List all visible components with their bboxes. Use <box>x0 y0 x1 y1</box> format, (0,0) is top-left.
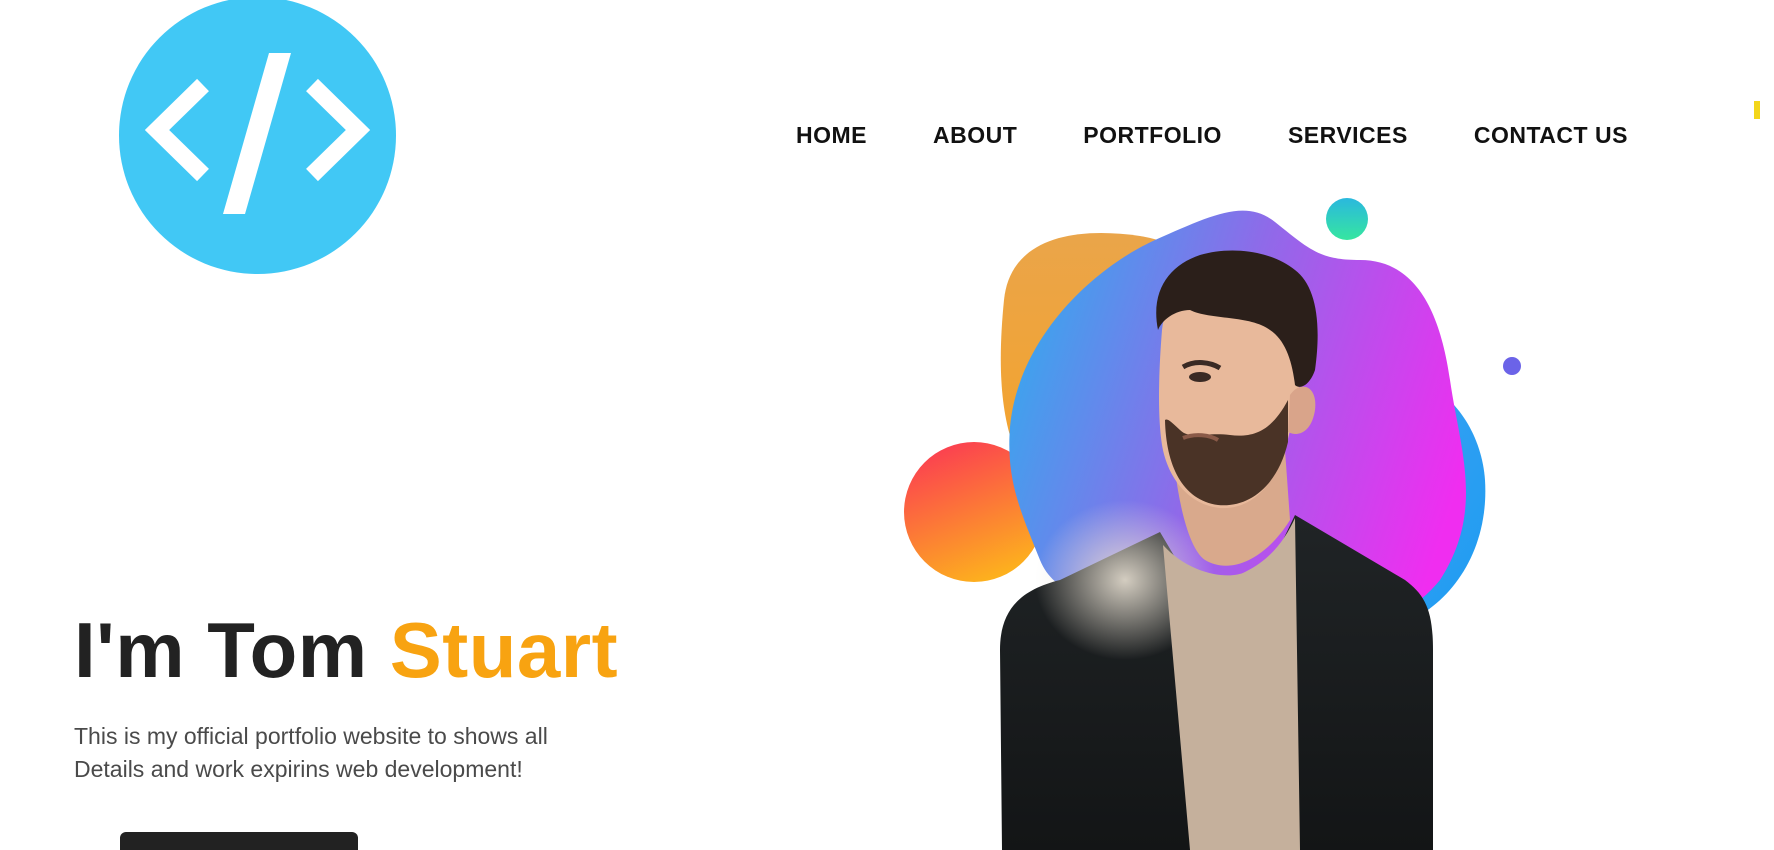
hero-title: I'm Tom Stuart <box>74 605 618 695</box>
hero-intro-line2: Details and work expirins web developmen… <box>74 756 523 782</box>
nav-about[interactable]: ABOUT <box>933 120 1017 150</box>
main-nav: HOME ABOUT PORTFOLIO SERVICES CONTACT US <box>796 120 1628 150</box>
hero-intro-line1: This is my official portfolio website to… <box>74 723 548 749</box>
hero-portrait-art <box>904 198 1521 850</box>
nav-services[interactable]: SERVICES <box>1288 120 1408 150</box>
nav-home[interactable]: HOME <box>796 120 867 150</box>
teal-bubble <box>1326 198 1368 240</box>
hero-title-highlight: Stuart <box>389 606 619 694</box>
hero-title-prefix: I'm Tom <box>74 606 390 694</box>
menu-toggle-marker[interactable] <box>1754 101 1760 119</box>
logo[interactable] <box>119 0 396 274</box>
purple-dot <box>1503 357 1521 375</box>
hero-intro: This is my official portfolio website to… <box>74 720 634 786</box>
nav-portfolio[interactable]: PORTFOLIO <box>1083 120 1222 150</box>
code-brackets-icon <box>144 53 371 214</box>
hero-cta-button[interactable] <box>120 832 358 850</box>
page: HOME ABOUT PORTFOLIO SERVICES CONTACT US <box>0 0 1774 850</box>
nav-contact-us[interactable]: CONTACT US <box>1474 120 1628 150</box>
